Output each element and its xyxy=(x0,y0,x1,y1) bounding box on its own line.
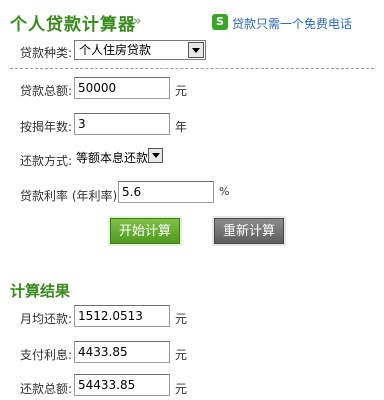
total-repayment-field[interactable]: 54433.85 xyxy=(74,374,170,396)
interest-rate-unit: % xyxy=(219,185,230,198)
loan-type-label: 贷款种类: xyxy=(20,46,73,60)
total-repayment-unit: 元 xyxy=(175,382,188,396)
results-title: 计算结果 xyxy=(10,282,71,300)
repayment-method-label: 还款方式: xyxy=(20,154,73,168)
loan-years-unit: 年 xyxy=(175,120,188,134)
reset-button[interactable]: 重新计算 xyxy=(214,218,284,244)
monthly-payment-unit: 元 xyxy=(175,312,188,326)
page-title: 个人贷款计算器 xyxy=(10,15,136,35)
interest-paid-unit: 元 xyxy=(175,348,188,362)
monthly-payment-field[interactable]: 1512.0513 xyxy=(74,305,170,327)
interest-paid-label: 支付利息: xyxy=(20,348,73,362)
loan-amount-unit: 元 xyxy=(175,84,188,98)
double-chevron-icon: » xyxy=(133,14,142,29)
free-call-link[interactable]: 贷款只需一个免费电话 xyxy=(232,15,352,32)
calculate-button[interactable]: 开始计算 xyxy=(110,218,180,244)
loan-amount-input[interactable]: 50000 xyxy=(74,77,170,99)
loan-amount-label: 贷款总额: xyxy=(20,84,73,98)
chevron-down-icon[interactable] xyxy=(148,148,163,163)
interest-paid-field[interactable]: 4433.85 xyxy=(74,341,170,363)
loan-years-label: 按揭年数: xyxy=(20,120,73,134)
loan-type-value: 个人住房贷款 xyxy=(79,43,152,57)
total-repayment-label: 还款总额: xyxy=(20,382,73,396)
loan-type-select[interactable]: 个人住房贷款 xyxy=(74,40,206,60)
phone-icon: S xyxy=(212,14,228,30)
interest-rate-input[interactable]: 5.6 xyxy=(118,181,214,203)
loan-years-input[interactable]: 3 xyxy=(74,113,170,135)
chevron-down-icon[interactable] xyxy=(188,42,204,58)
interest-rate-label: 贷款利率 (年利率): xyxy=(20,189,122,203)
monthly-payment-label: 月均还款: xyxy=(20,312,73,326)
repayment-method-value[interactable]: 等额本息还款 xyxy=(76,149,148,166)
divider xyxy=(10,68,374,69)
